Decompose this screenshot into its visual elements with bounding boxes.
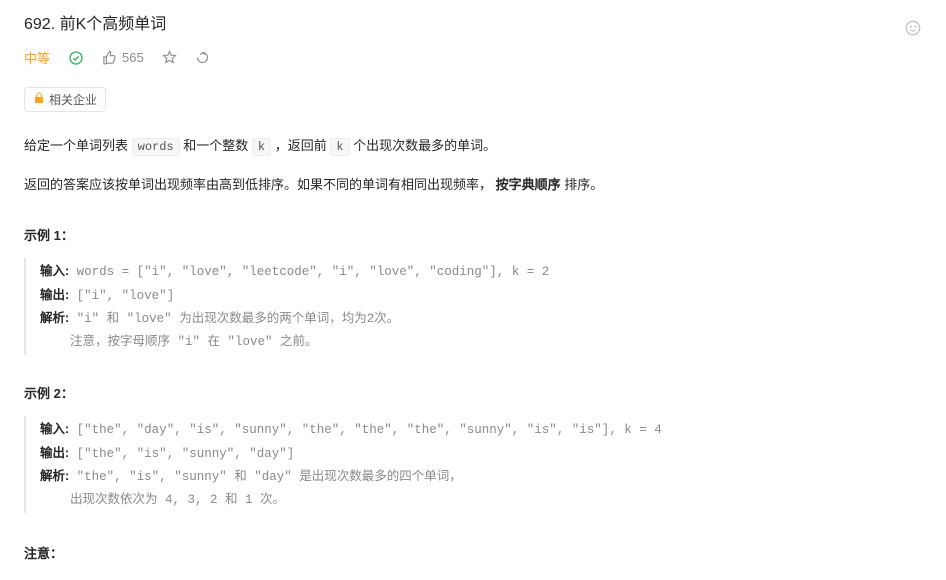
code-k: k — [252, 138, 271, 156]
note-title: 注意： — [24, 543, 922, 562]
example-2-title: 示例 2： — [24, 383, 922, 402]
companies-tag[interactable]: 相关企业 — [24, 87, 106, 112]
example-1-block: 输入: words = ["i", "love", "leetcode", "i… — [24, 258, 922, 355]
example-1-title: 示例 1： — [24, 225, 922, 244]
code-k-2: k — [330, 138, 349, 156]
share-button[interactable] — [195, 50, 210, 65]
feedback-icon[interactable] — [904, 19, 922, 40]
description-line-1: 给定一个单词列表 words 和一个整数 k ，返回前 k 个出现次数最多的单词… — [24, 134, 922, 159]
example-2-block: 输入: ["the", "day", "is", "sunny", "the",… — [24, 416, 922, 513]
difficulty-label: 中等 — [24, 48, 50, 67]
lock-icon — [33, 92, 45, 107]
favorite-button[interactable] — [162, 50, 177, 65]
meta-row: 中等 565 — [24, 48, 922, 67]
like-count: 565 — [122, 50, 144, 65]
code-words: words — [132, 138, 180, 156]
problem-title: 692. 前K个高频单词 — [24, 10, 166, 34]
solved-check-icon[interactable] — [68, 50, 84, 66]
companies-tag-label: 相关企业 — [49, 91, 97, 108]
description-line-2: 返回的答案应该按单词出现频率由高到低排序。如果不同的单词有相同出现频率， 按字典… — [24, 173, 922, 198]
like-button[interactable]: 565 — [102, 50, 144, 65]
